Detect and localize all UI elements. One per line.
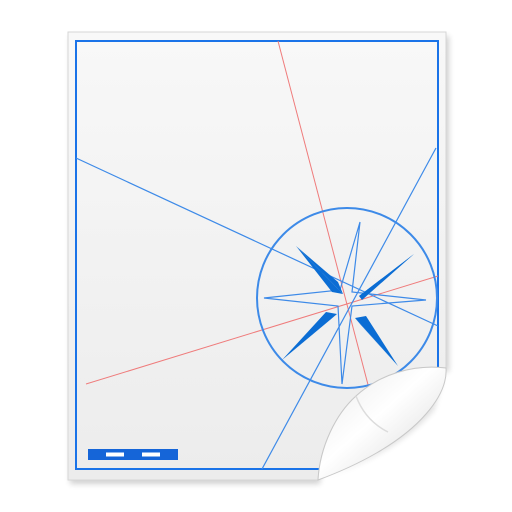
- map-document-icon: [0, 0, 512, 512]
- map-document-icon-graphic: [67, 31, 449, 484]
- scale-bar: [88, 449, 178, 460]
